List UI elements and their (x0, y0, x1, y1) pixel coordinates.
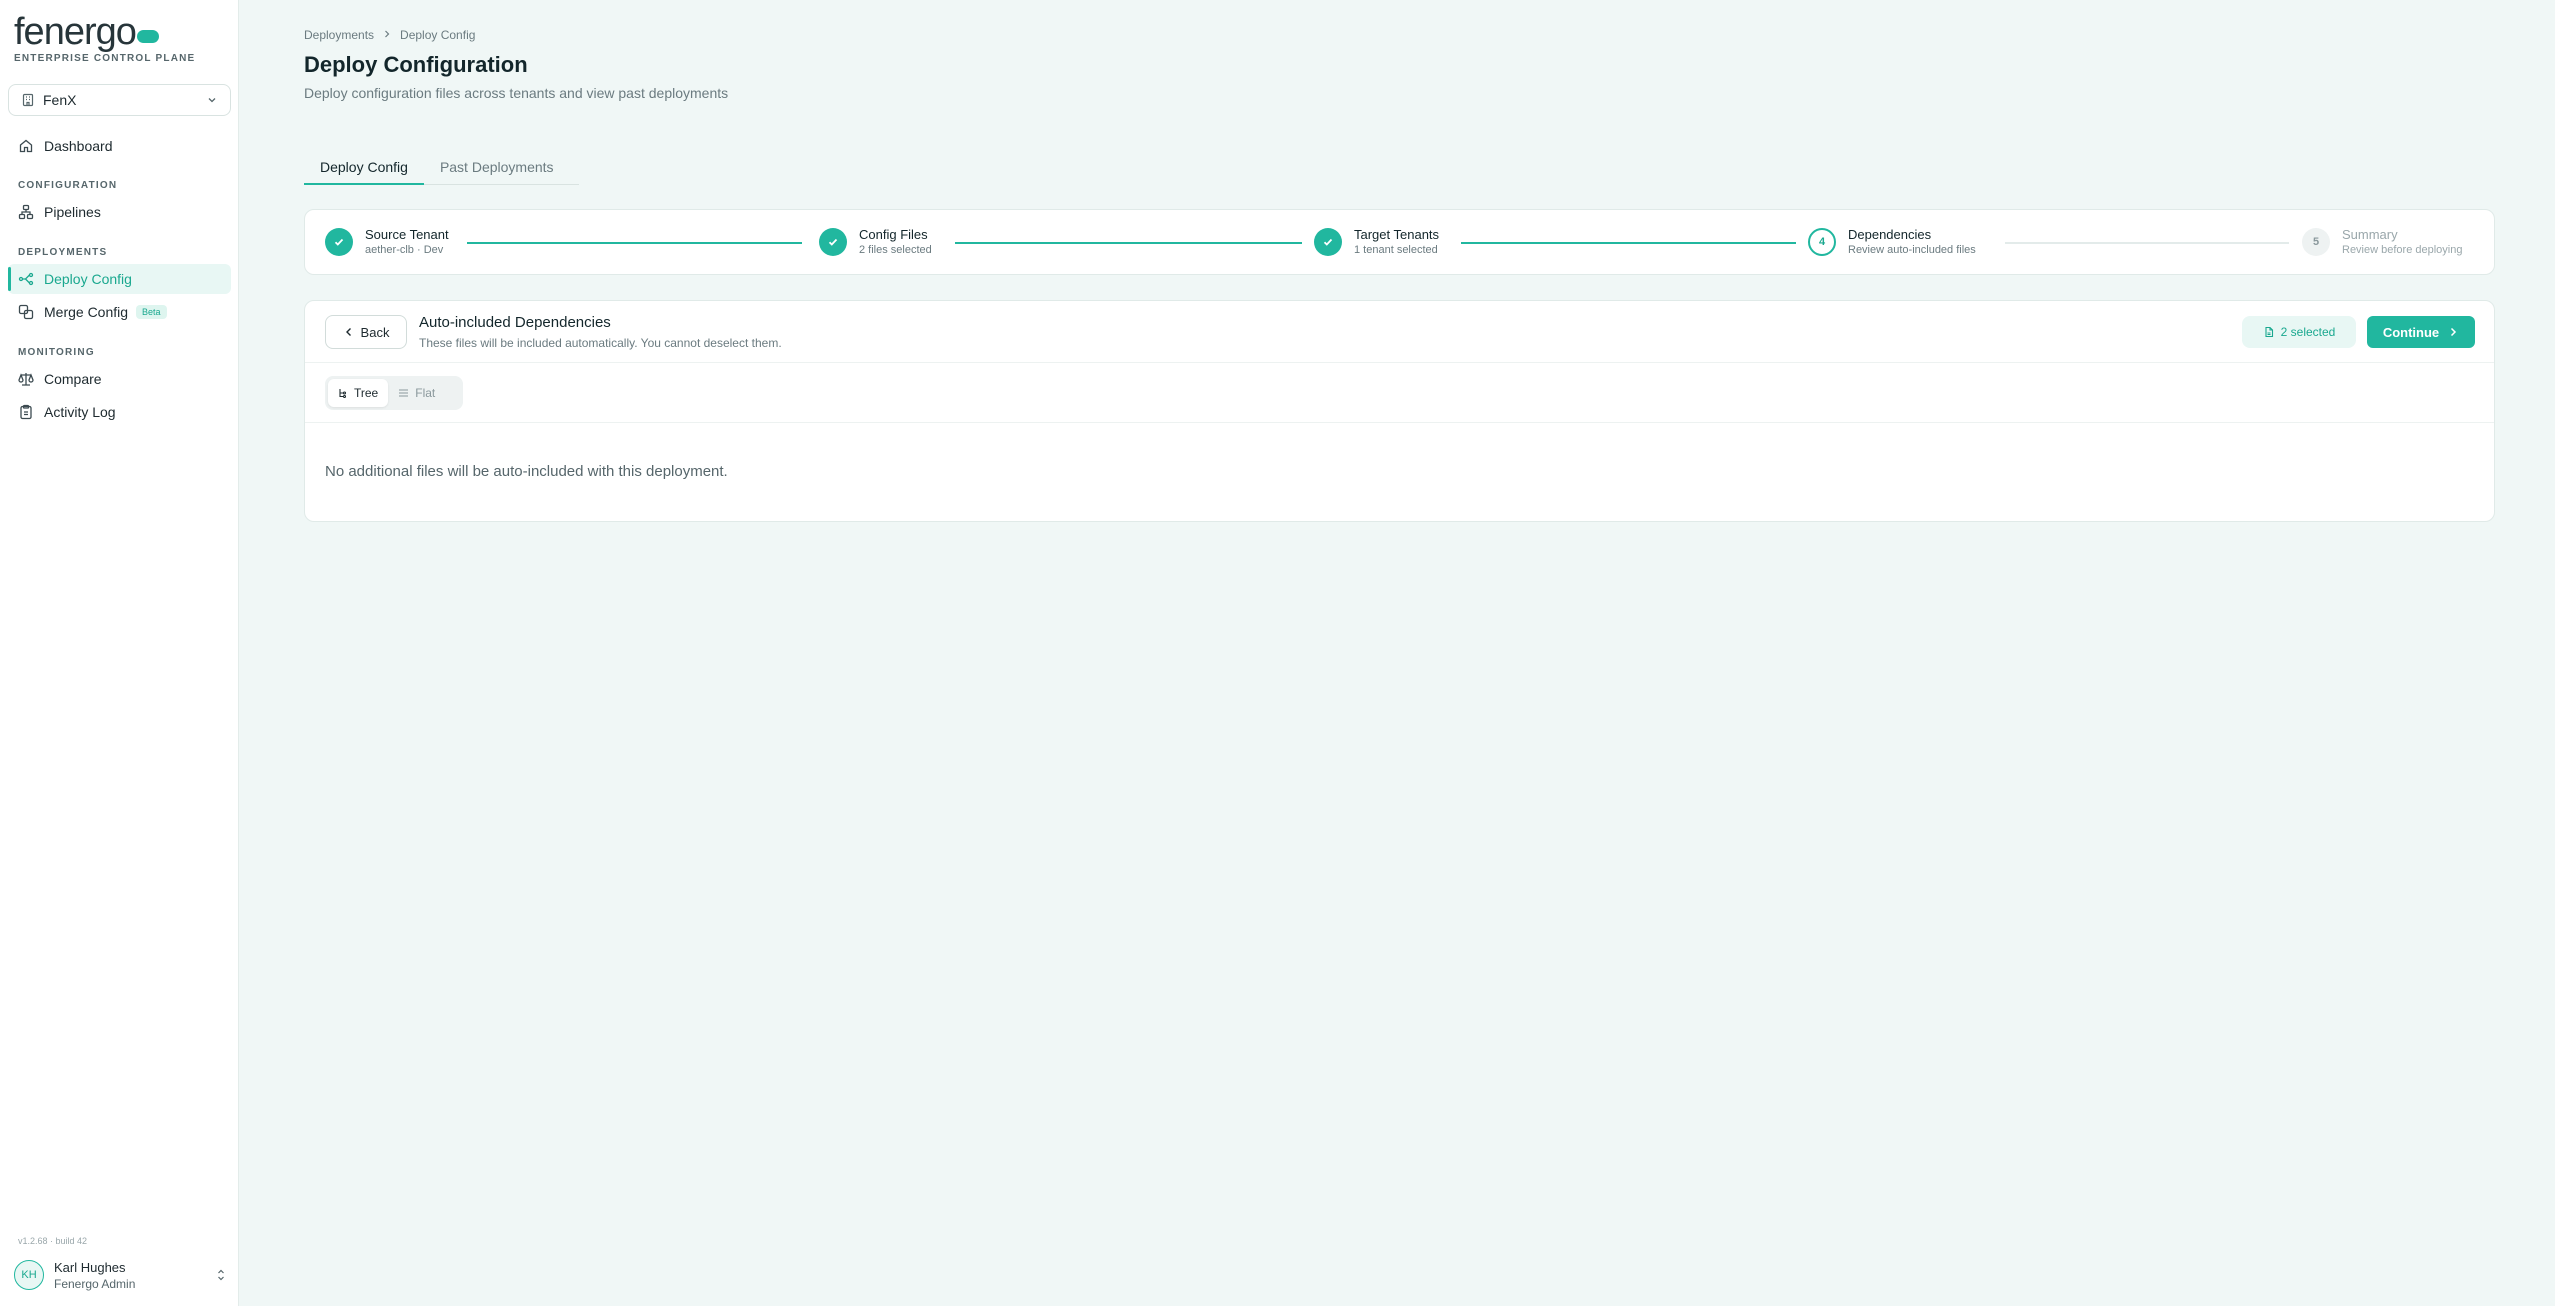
list-icon (398, 388, 409, 398)
step-dependencies: 4 Dependencies Review auto-included file… (1808, 227, 1976, 256)
tab-deploy-config[interactable]: Deploy Config (304, 150, 424, 185)
check-icon (819, 227, 847, 256)
user-name: Karl Hughes (54, 1259, 126, 1275)
step-title: Config Files (859, 227, 928, 242)
sidebar-item-label: Compare (44, 371, 102, 387)
step-title: Summary (2342, 227, 2398, 242)
stepper: Source Tenant aether-clb · Dev Config Fi… (304, 209, 2495, 275)
nav-section-configuration: CONFIGURATION (18, 180, 118, 191)
back-button[interactable]: Back (325, 315, 407, 349)
card-header: Back Auto-included Dependencies These fi… (305, 301, 2494, 363)
step-summary: 5 Summary Review before deploying (2302, 227, 2462, 256)
nav-section-deployments: DEPLOYMENTS (18, 247, 108, 258)
version-text: v1.2.68 · build 42 (18, 1236, 88, 1246)
nav-section-monitoring: MONITORING (18, 347, 95, 358)
step-title: Target Tenants (1354, 227, 1440, 242)
sidebar-item-dashboard[interactable]: Dashboard (8, 131, 231, 161)
step-number: 5 (2302, 227, 2330, 256)
page-subtitle: Deploy configuration files across tenant… (304, 85, 729, 101)
sidebar-item-deploy-config[interactable]: Deploy Config (8, 264, 231, 294)
scale-icon (18, 371, 34, 387)
user-info: Karl Hughes Fenergo Admin (54, 1260, 135, 1291)
page-title: Deploy Configuration (304, 52, 528, 77)
step-number: 4 (1808, 227, 1836, 256)
step-desc: 1 tenant selected (1354, 244, 1438, 256)
breadcrumb-current: Deploy Config (400, 28, 476, 42)
step-connector (955, 242, 1302, 244)
continue-button[interactable]: Continue (2367, 316, 2475, 348)
card-subtitle: These files will be included automatical… (419, 336, 782, 350)
step-desc: Review auto-included files (1848, 244, 1976, 256)
user-menu[interactable]: KH Karl Hughes Fenergo Admin (14, 1257, 226, 1293)
tree-icon (338, 388, 348, 398)
beta-badge: Beta (136, 305, 167, 319)
chevron-right-icon (2447, 326, 2459, 338)
chevron-updown-icon (216, 1268, 226, 1282)
selected-count-badge: 2 selected (2242, 316, 2356, 348)
sidebar-item-pipelines[interactable]: Pipelines (8, 197, 231, 227)
step-target-tenants: Target Tenants 1 tenant selected (1314, 227, 1439, 256)
building-icon (21, 93, 35, 107)
breadcrumb-deployments[interactable]: Deployments (304, 28, 374, 42)
dependencies-card: Back Auto-included Dependencies These fi… (304, 300, 2495, 522)
sidebar-item-label: Activity Log (44, 404, 116, 420)
step-connector (467, 242, 802, 244)
sidebar-item-label: Merge Config (44, 304, 129, 320)
sidebar-item-label: Deploy Config (44, 271, 132, 287)
step-source-tenant: Source Tenant aether-clb · Dev (325, 227, 449, 256)
tree-view-label: Tree (354, 386, 379, 400)
step-connector (2005, 242, 2289, 244)
chevron-right-icon (382, 28, 392, 42)
selected-count: 2 selected (2280, 325, 2336, 339)
back-button-label: Back (360, 324, 390, 340)
brand-subtitle: ENTERPRISE CONTROL PLANE (14, 53, 196, 64)
sidebar-item-compare[interactable]: Compare (8, 364, 231, 394)
flat-view-label: Flat (415, 386, 436, 400)
home-icon (18, 138, 34, 154)
user-role: Fenergo Admin (54, 1276, 136, 1291)
step-desc: 2 files selected (859, 244, 932, 256)
step-config-files: Config Files 2 files selected (819, 227, 932, 256)
step-connector (1461, 242, 1796, 244)
avatar: KH (14, 1260, 44, 1290)
card-title: Auto-included Dependencies (419, 314, 611, 331)
continue-button-label: Continue (2382, 324, 2440, 340)
logo-text: fenergo (14, 11, 137, 53)
check-icon (1314, 227, 1342, 256)
chevron-left-icon (343, 326, 355, 338)
pipeline-icon (18, 204, 34, 220)
tree-view-button[interactable]: Tree (328, 379, 389, 407)
fenergo-logo[interactable]: fenergo (14, 11, 159, 53)
merge-icon (18, 304, 34, 320)
tab-past-deployments[interactable]: Past Deployments (424, 150, 570, 184)
sidebar-item-label: Pipelines (44, 204, 101, 220)
step-title: Source Tenant (365, 227, 449, 242)
step-desc: aether-clb · Dev (365, 244, 444, 256)
sidebar-item-merge-config[interactable]: Merge Config Beta (8, 297, 231, 327)
tenant-select-value: FenX (43, 92, 77, 108)
sidebar: fenergo ENTERPRISE CONTROL PLANE FenX Da… (0, 0, 239, 1306)
sidebar-item-label: Dashboard (44, 138, 113, 154)
tenant-select[interactable]: FenX (8, 84, 231, 116)
clipboard-icon (18, 404, 34, 420)
view-toggle-row: Tree Flat (305, 363, 2494, 423)
breadcrumb: Deployments Deploy Config (304, 28, 475, 42)
chevron-down-icon (206, 94, 218, 106)
flat-view-button[interactable]: Flat (388, 379, 445, 407)
check-icon (325, 227, 353, 256)
view-toggle: Tree Flat (325, 376, 463, 410)
file-icon (2263, 326, 2275, 338)
step-desc: Review before deploying (2342, 244, 2463, 256)
sidebar-item-activity-log[interactable]: Activity Log (8, 397, 231, 427)
step-title: Dependencies (1848, 227, 1932, 242)
tabs: Deploy Config Past Deployments (304, 150, 579, 185)
deploy-icon (18, 271, 34, 287)
logo-pill-icon (136, 29, 159, 43)
empty-state-message: No additional files will be auto-include… (325, 463, 728, 480)
